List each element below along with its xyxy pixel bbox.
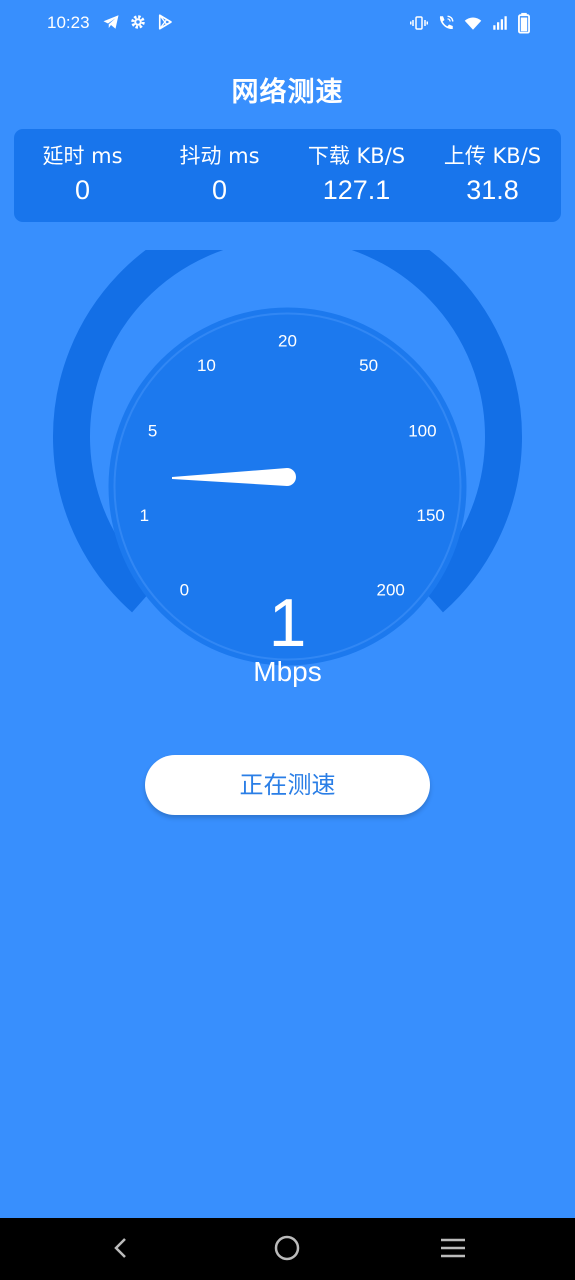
wifi-icon xyxy=(463,14,483,32)
jitter-value: 0 xyxy=(211,175,228,205)
download-label: 下载 KB/S xyxy=(307,144,406,168)
download-value: 127.1 xyxy=(322,175,391,205)
latency-value: 0 xyxy=(74,175,91,205)
gauge-tick-20: 20 xyxy=(278,332,297,351)
battery-icon xyxy=(517,12,531,34)
gear-icon xyxy=(129,13,147,31)
back-icon xyxy=(109,1235,133,1265)
jitter-label: 抖动 ms xyxy=(179,144,260,168)
recents-icon xyxy=(439,1236,467,1264)
status-left-icons xyxy=(102,13,174,31)
gauge-tick-1: 1 xyxy=(140,506,149,525)
latency-stat: 延时 ms 0 xyxy=(14,141,151,207)
jitter-stat: 抖动 ms 0 xyxy=(151,141,288,207)
play-store-icon xyxy=(156,13,174,31)
stats-panel: 延时 ms 0 抖动 ms 0 下载 KB/S 127.1 上传 KB/S 31… xyxy=(14,129,561,222)
home-icon xyxy=(273,1234,301,1266)
page-title: 网络测速 xyxy=(231,77,344,108)
signal-icon xyxy=(490,14,510,32)
nav-bar xyxy=(0,1218,575,1280)
gauge-tick-50: 50 xyxy=(359,356,378,375)
upload-label: 上传 KB/S xyxy=(443,144,542,168)
status-time: 10:23 xyxy=(47,13,90,32)
speed-value: 1 xyxy=(268,585,307,661)
back-button[interactable] xyxy=(101,1230,141,1270)
home-button[interactable] xyxy=(267,1230,307,1270)
latency-label: 延时 ms xyxy=(42,144,123,168)
speed-test-button[interactable]: 正在测速 xyxy=(145,755,430,815)
upload-value: 31.8 xyxy=(466,175,519,205)
telegram-icon xyxy=(102,13,120,31)
recents-button[interactable] xyxy=(433,1230,473,1270)
gauge-tick-150: 150 xyxy=(417,506,445,525)
download-stat: 下载 KB/S 127.1 xyxy=(288,141,425,207)
status-right-icons xyxy=(409,12,531,34)
speed-unit: Mbps xyxy=(253,656,322,687)
gauge-tick-10: 10 xyxy=(197,356,216,375)
wifi-calling-icon xyxy=(436,14,456,32)
upload-stat: 上传 KB/S 31.8 xyxy=(424,141,561,207)
gauge-tick-5: 5 xyxy=(148,422,157,441)
status-bar: 10:23 xyxy=(0,0,575,48)
vibrate-icon xyxy=(409,14,429,32)
gauge-tick-100: 100 xyxy=(408,422,436,441)
